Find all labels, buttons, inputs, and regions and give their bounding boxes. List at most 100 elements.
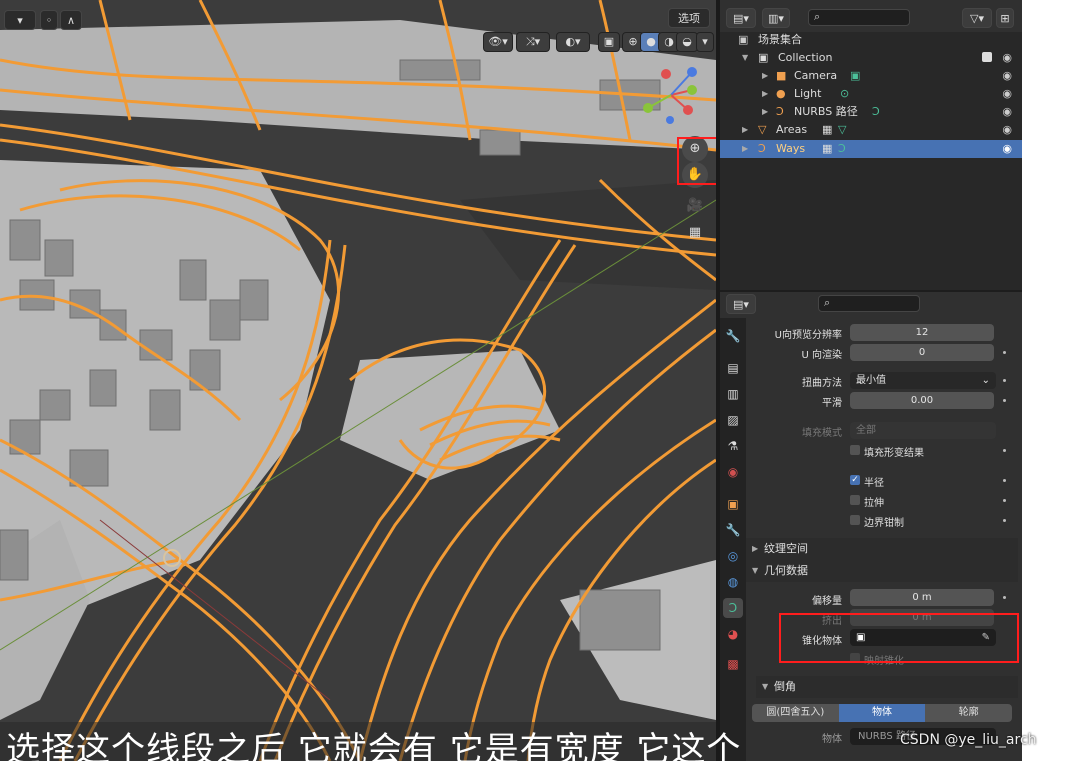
smooth-field[interactable]: 0.00 — [850, 392, 994, 409]
outliner-header: ▤▾ ▥▾ ⌕ ▽▾ ⊞ — [720, 0, 1022, 32]
row-label: Areas — [776, 123, 808, 136]
outliner-row-areas[interactable]: ▶ ▽ Areas ▦ ▽ ◉ — [720, 121, 1022, 139]
scene-collection-label: 场景集合 — [758, 33, 802, 46]
geometry-panel[interactable]: ▼ 几何数据 — [746, 560, 1018, 582]
navigation-gizmo[interactable] — [636, 60, 706, 130]
expand-icon: ▼ — [762, 682, 769, 691]
subtitle-text: 选择这个线段之后 它就会有 它是有宽度 它这个 — [6, 730, 742, 761]
outliner-row-ways[interactable]: ▶ Ɔ Ways ▦ Ɔ ◉ — [720, 140, 1022, 158]
expand-icon[interactable]: ▶ — [742, 121, 748, 139]
eye-icon[interactable]: ◉ — [1002, 140, 1012, 158]
fill-mode-label: 填充模式 — [802, 428, 842, 439]
camera-view-icon[interactable]: 🎥 — [682, 193, 708, 219]
u-preview-field[interactable]: 12 — [850, 324, 994, 341]
texture-tab-icon[interactable]: ▩ — [723, 654, 743, 674]
radius-checkbox[interactable]: ✓ — [850, 475, 860, 485]
proportional-icon[interactable]: ∧ — [60, 10, 82, 30]
subtitle-bar: 选择这个线段之后 它就会有 它是有宽度 它这个 CSDN @ye_liu_arc… — [0, 722, 1077, 761]
row-label: Collection — [778, 51, 833, 64]
keyframe-dot[interactable] — [1003, 379, 1006, 382]
u-render-field[interactable]: 0 — [850, 344, 994, 361]
properties-header: ▤▾ ⌕ — [720, 292, 1022, 316]
modifier-icon: ▦ — [822, 123, 833, 136]
highlight-box-outliner — [677, 137, 716, 185]
editor-type-dropdown[interactable]: ▤▾ — [726, 8, 756, 28]
scene-tab-icon[interactable]: ⚗ — [723, 436, 743, 456]
bounds-clamp-label: 边界钳制 — [864, 518, 904, 529]
outliner-row-light[interactable]: ▶ ● Light ⊙ ◉ — [720, 85, 1022, 103]
outliner-row-camera[interactable]: ▶ ■ Camera ▣ ◉ — [720, 67, 1022, 85]
object-tab-icon[interactable]: ▣ — [723, 494, 743, 514]
collapse-icon: ▶ — [752, 544, 759, 553]
checkbox-icon[interactable] — [982, 52, 992, 62]
eye-icon[interactable]: ◉ — [1002, 49, 1012, 67]
keyframe-dot[interactable] — [1003, 399, 1006, 402]
eye-icon[interactable]: ◉ — [1002, 85, 1012, 103]
texture-space-panel[interactable]: ▶ 纹理空间 — [746, 538, 1018, 560]
background-strip — [1022, 0, 1077, 761]
outliner-row-scene[interactable]: ▣ 场景集合 — [720, 31, 1022, 49]
fill-mode-dropdown[interactable]: 全部 — [850, 422, 996, 439]
particles-tab-icon[interactable]: ◎ — [723, 546, 743, 566]
view-mode-dropdown[interactable]: ▾ — [4, 10, 36, 30]
curve-data-icon: Ɔ — [838, 142, 846, 155]
editor-type-dropdown[interactable]: ▤▾ — [726, 294, 756, 314]
mesh-data-icon: ▽ — [838, 123, 847, 136]
xray-icon[interactable]: ▣ — [598, 32, 620, 52]
keyframe-dot[interactable] — [1003, 351, 1006, 354]
keyframe-dot[interactable] — [1003, 499, 1006, 502]
physics-tab-icon[interactable]: ◍ — [723, 572, 743, 592]
areas-icon: ▽ — [758, 123, 767, 136]
gizmo-icon[interactable]: ⤨▾ — [516, 32, 550, 52]
stretch-checkbox[interactable] — [850, 495, 860, 505]
shading-options-icon[interactable]: ▾ — [696, 32, 714, 52]
3d-viewport[interactable]: ▾ ◦ ∧ 选项 👁▾ ⤨▾ ◐▾ ▣ ⊕ ● ◑ ◒ ▾ ⊕ ✋ 🎥 ▦ — [0, 0, 716, 761]
modifier-icon: ▦ — [822, 142, 833, 155]
display-mode-dropdown[interactable]: ▥▾ — [762, 8, 790, 28]
new-collection-icon[interactable]: ⊞ — [996, 8, 1014, 28]
expand-icon[interactable]: ▶ — [762, 85, 768, 103]
modifier-tab-icon[interactable]: 🔧 — [723, 520, 743, 540]
panel-title: 倒角 — [774, 680, 796, 693]
outliner-row-collection[interactable]: ▼ ▣ Collection ◉ — [720, 49, 1022, 67]
expand-icon[interactable]: ▶ — [762, 67, 768, 85]
options-button[interactable]: 选项 — [668, 8, 710, 28]
keyframe-dot[interactable] — [1003, 596, 1006, 599]
keyframe-dot[interactable] — [1003, 519, 1006, 522]
overlay-icon[interactable]: ◐▾ — [556, 32, 590, 52]
rendered-shading-icon[interactable]: ◒ — [676, 32, 698, 52]
fill-deform-checkbox[interactable] — [850, 445, 860, 455]
offset-label: 偏移量 — [812, 596, 842, 607]
twist-method-dropdown[interactable]: 最小值 ⌄ — [850, 372, 996, 389]
expand-icon[interactable]: ▶ — [762, 103, 768, 121]
row-label: Ways — [776, 142, 806, 155]
perspective-grid-icon[interactable]: ▦ — [682, 220, 708, 246]
bevel-object-tab[interactable]: 物体 — [838, 704, 926, 722]
keyframe-dot[interactable] — [1003, 449, 1006, 452]
bevel-round-tab[interactable]: 圆(四舍五入) — [752, 704, 839, 722]
viewport-header: ▾ ◦ ∧ 选项 — [0, 0, 716, 32]
outliner-row-nurbs[interactable]: ▶ Ɔ NURBS 路径 Ɔ ◉ — [720, 103, 1022, 121]
properties-search-input[interactable] — [818, 295, 920, 312]
offset-field[interactable]: 0 m — [850, 589, 994, 606]
curve-data-icon: Ɔ — [872, 105, 880, 118]
curve-icon: Ɔ — [776, 105, 784, 118]
bounds-clamp-checkbox[interactable] — [850, 515, 860, 525]
filter-icon[interactable]: ▽▾ — [962, 8, 992, 28]
camera-icon: ■ — [776, 69, 787, 82]
world-tab-icon[interactable]: ◉ — [723, 462, 743, 482]
dropdown-value: 最小值 — [856, 375, 886, 386]
eye-icon[interactable]: ◉ — [1002, 103, 1012, 121]
bevel-profile-tab[interactable]: 轮廓 — [925, 704, 1013, 722]
outliner-search-input[interactable] — [808, 9, 910, 26]
curve-icon: Ɔ — [758, 142, 766, 155]
eye-icon[interactable]: ◉ — [1002, 121, 1012, 139]
eye-icon[interactable]: ◉ — [1002, 67, 1012, 85]
expand-icon[interactable]: ▼ — [742, 49, 748, 67]
expand-icon[interactable]: ▶ — [742, 140, 748, 158]
keyframe-dot[interactable] — [1003, 479, 1006, 482]
watermark: CSDN @ye_liu_arch — [900, 732, 1037, 748]
snap-icon[interactable]: ◦ — [40, 10, 58, 30]
visibility-icon[interactable]: 👁▾ — [483, 32, 513, 52]
bevel-panel[interactable]: ▼ 倒角 — [756, 676, 1018, 698]
